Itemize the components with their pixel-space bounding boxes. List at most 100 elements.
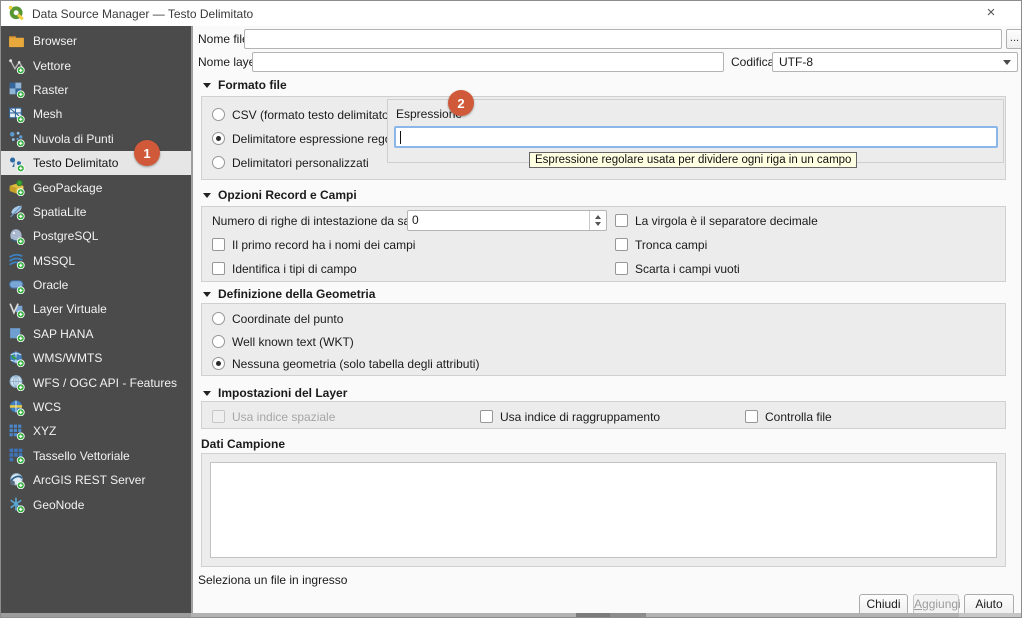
wms-globe-icon: [8, 350, 25, 367]
sidebar-item-oracle[interactable]: Oracle: [1, 273, 191, 297]
aiuto-button[interactable]: Aiuto: [964, 594, 1014, 615]
sidebar-item-label: Tassello Vettoriale: [33, 449, 130, 463]
sidebar-item-wcs[interactable]: WCS: [1, 395, 191, 419]
spin-up-icon[interactable]: [595, 215, 601, 219]
spin-down-icon[interactable]: [595, 222, 601, 226]
nome-layer-label: Nome layer: [198, 54, 259, 70]
sidebar-item-testo-delimitato[interactable]: Testo Delimitato: [1, 151, 191, 175]
sidebar-item-label: MSSQL: [33, 254, 75, 268]
sidebar-item-vettore[interactable]: Vettore: [1, 53, 191, 77]
chiudi-button[interactable]: Chiudi: [859, 594, 908, 615]
sidebar-item-browser[interactable]: Browser: [1, 29, 191, 53]
checkbox-icon[interactable]: [615, 238, 628, 251]
sidebar-item-label: Nuvola di Punti: [33, 132, 114, 146]
nome-layer-input[interactable]: [252, 52, 724, 72]
chevron-down-icon: [1003, 60, 1011, 65]
section-opzioni-record[interactable]: Opzioni Record e Campi: [203, 188, 357, 202]
mssql-icon: [8, 252, 25, 269]
folder-icon: [8, 33, 25, 50]
sidebar-item-label: WFS / OGC API - Features: [33, 376, 177, 390]
sidebar-item-label: Oracle: [33, 278, 68, 292]
sidebar-item-geonode[interactable]: GeoNode: [1, 492, 191, 516]
mesh-layer-icon: [8, 106, 25, 123]
xyz-tiles-icon: [8, 423, 25, 440]
checkbox-icon[interactable]: [615, 262, 628, 275]
radio-label: Well known text (WKT): [232, 335, 354, 349]
sidebar-item-label: PostgreSQL: [33, 229, 98, 243]
checkbox-detect-types-row[interactable]: Identifica i tipi di campo: [212, 261, 357, 276]
radio-button-icon[interactable]: [212, 132, 225, 145]
sidebar-item-label: Browser: [33, 34, 77, 48]
checkbox-watch-file-row[interactable]: Controlla file: [745, 409, 832, 424]
sidebar-item-layer-virtuale[interactable]: Layer Virtuale: [1, 297, 191, 321]
skip-lines-spinner[interactable]: 0: [407, 210, 607, 231]
sidebar-item-nuvola-di-punti[interactable]: Nuvola di Punti: [1, 127, 191, 151]
sidebar-item-mesh[interactable]: Mesh: [1, 102, 191, 126]
checkbox-icon[interactable]: [480, 410, 493, 423]
sidebar-item-label: GeoPackage: [33, 181, 102, 195]
sidebar-item-label: WCS: [33, 400, 61, 414]
radio-button-icon[interactable]: [212, 156, 225, 169]
oracle-icon: [8, 277, 25, 294]
sidebar-item-raster[interactable]: Raster: [1, 78, 191, 102]
radio-button-icon[interactable]: [212, 357, 225, 370]
checkbox-icon[interactable]: [212, 262, 225, 275]
radio-button-icon[interactable]: [212, 312, 225, 325]
checkbox-label: Usa indice spaziale: [232, 410, 335, 424]
sidebar-item-tassello-vettoriale[interactable]: Tassello Vettoriale: [1, 444, 191, 468]
sidebar-item-spatialite[interactable]: SpatiaLite: [1, 200, 191, 224]
nome-file-label: Nome file: [198, 31, 249, 47]
sample-data-area[interactable]: [210, 462, 997, 558]
nome-file-input[interactable]: [244, 29, 1002, 49]
sidebar-item-geopackage[interactable]: GeoPackage: [1, 175, 191, 199]
checkbox-icon[interactable]: [615, 214, 628, 227]
sidebar-item-xyz[interactable]: XYZ: [1, 419, 191, 443]
checkbox-discard-empty-row[interactable]: Scarta i campi vuoti: [615, 261, 740, 276]
spinner-arrows[interactable]: [589, 211, 606, 230]
espressione-input[interactable]: [394, 126, 998, 148]
section-formato-file[interactable]: Formato file: [203, 78, 287, 92]
radio-point-row[interactable]: Coordinate del punto: [212, 311, 343, 326]
sidebar-item-arcgis-rest-server[interactable]: ArcGIS REST Server: [1, 468, 191, 492]
checkbox-icon[interactable]: [745, 410, 758, 423]
close-window-button[interactable]: ×: [973, 1, 1009, 26]
espressione-tooltip: Espressione regolare usata per dividere …: [529, 152, 857, 168]
sidebar-item-label: Raster: [33, 83, 68, 97]
sidebar-item-wfs-ogc-api-features[interactable]: WFS / OGC API - Features: [1, 370, 191, 394]
radio-regex-row[interactable]: Delimitatore espressione regolare: [212, 131, 411, 146]
title-bar: Data Source Manager — Testo Delimitato ×: [1, 1, 1022, 26]
radio-button-icon[interactable]: [212, 335, 225, 348]
sidebar-item-label: GeoNode: [33, 498, 84, 512]
section-definizione-geometria[interactable]: Definizione della Geometria: [203, 287, 375, 301]
sidebar-item-postgresql[interactable]: PostgreSQL: [1, 224, 191, 248]
radio-wkt-row[interactable]: Well known text (WKT): [212, 334, 354, 349]
section-impostazioni-layer[interactable]: Impostazioni del Layer: [203, 386, 347, 400]
checkbox-icon[interactable]: [212, 238, 225, 251]
radio-label: Nessuna geometria (solo tabella degli at…: [232, 357, 479, 371]
radio-csv-row[interactable]: CSV (formato testo delimitato): [212, 107, 393, 122]
radio-button-icon[interactable]: [212, 108, 225, 121]
background-window-edge: [1, 613, 1022, 618]
sidebar-item-wms-wmts[interactable]: WMS/WMTS: [1, 346, 191, 370]
delimited-text-panel: Nome file ... Nome layer Codifica UTF-8 …: [192, 26, 1022, 613]
checkbox-subset-index-row[interactable]: Usa indice di raggruppamento: [480, 409, 660, 424]
collapse-arrow-icon: [203, 83, 211, 88]
browse-file-button[interactable]: ...: [1006, 29, 1022, 49]
radio-custom-row[interactable]: Delimitatori personalizzati: [212, 155, 369, 170]
section-title: Opzioni Record e Campi: [218, 188, 357, 202]
wfs-globe-icon: [8, 374, 25, 391]
sidebar-item-mssql[interactable]: MSSQL: [1, 249, 191, 273]
window-title: Data Source Manager — Testo Delimitato: [32, 7, 253, 21]
checkbox-trim-row[interactable]: Tronca campi: [615, 237, 707, 252]
codifica-select[interactable]: UTF-8: [772, 52, 1018, 72]
sidebar-item-label: Mesh: [33, 107, 62, 121]
checkbox-label: Identifica i tipi di campo: [232, 262, 357, 276]
section-title: Formato file: [218, 78, 287, 92]
aggiungi-button[interactable]: Aggiungi: [913, 594, 959, 615]
checkbox-decimal-comma-row[interactable]: La virgola è il separatore decimale: [615, 213, 818, 228]
radio-no-geometry-row[interactable]: Nessuna geometria (solo tabella degli at…: [212, 356, 479, 371]
checkbox-first-record-row[interactable]: Il primo record ha i nomi dei campi: [212, 237, 415, 252]
sidebar-item-sap-hana[interactable]: SAP HANA: [1, 322, 191, 346]
sidebar-item-label: SpatiaLite: [33, 205, 86, 219]
sap-hana-icon: [8, 325, 25, 342]
